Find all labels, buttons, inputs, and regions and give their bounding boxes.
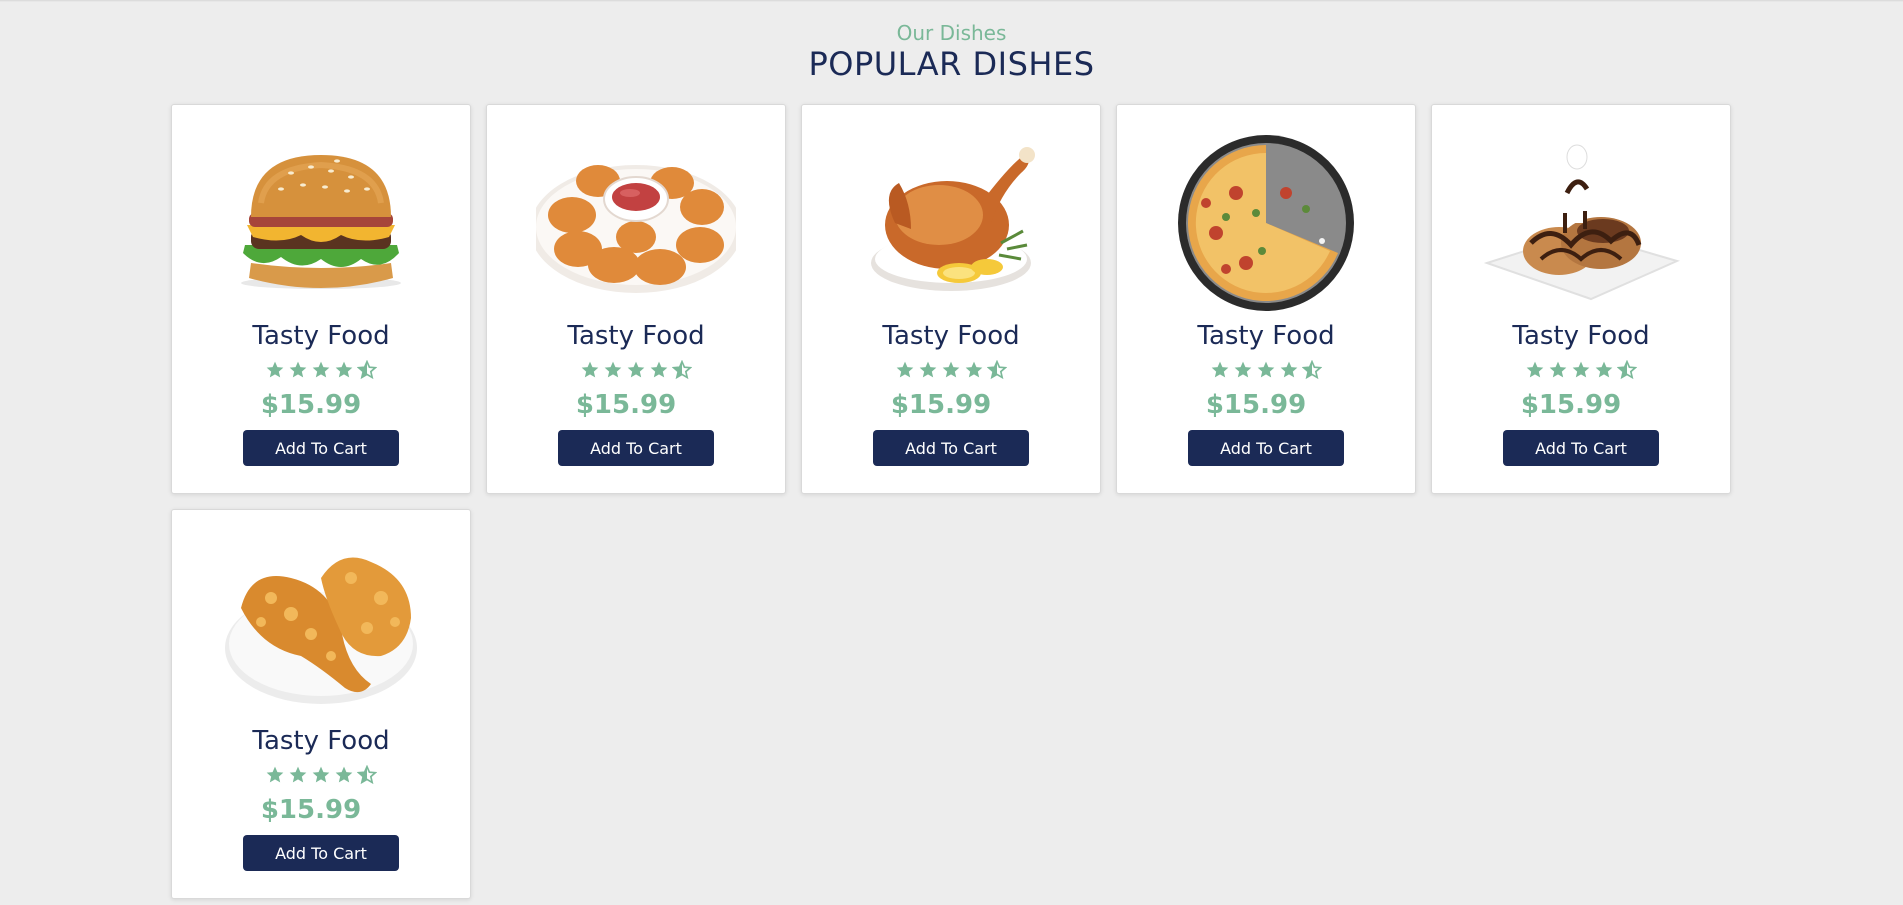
star-icon (312, 361, 330, 378)
dish-card: Tasty Food $15.99 Add To Cart (171, 509, 471, 899)
add-to-cart-button[interactable]: Add To Cart (873, 430, 1029, 466)
half-star-icon (357, 765, 377, 785)
pizza-image (1178, 135, 1354, 311)
dish-card: Tasty Food $15.99 Add To Cart (801, 104, 1101, 494)
half-star-icon (1302, 360, 1322, 380)
star-rating (1117, 360, 1415, 380)
star-icon (650, 361, 668, 378)
star-icon (1526, 361, 1544, 378)
dish-card: Tasty Food $15.99 Add To Cart (171, 104, 471, 494)
star-icon (289, 361, 307, 378)
dish-price: $15.99 (575, 390, 677, 420)
star-icon (1234, 361, 1252, 378)
add-to-cart-button[interactable]: Add To Cart (243, 835, 399, 871)
dessert-image (1483, 144, 1680, 301)
section-header: Our Dishes POPULAR DISHES (0, 20, 1903, 82)
half-star-icon (672, 360, 692, 380)
dish-price: $15.99 (260, 390, 362, 420)
dish-price: $15.99 (1520, 390, 1622, 420)
star-rating (802, 360, 1100, 380)
star-icon (289, 766, 307, 783)
star-rating (1432, 360, 1730, 380)
star-icon (627, 361, 645, 378)
star-icon (1257, 361, 1275, 378)
add-to-cart-button[interactable]: Add To Cart (1503, 430, 1659, 466)
star-icon (919, 361, 937, 378)
star-icon (896, 361, 914, 378)
section-subtitle: Our Dishes (896, 21, 1007, 45)
star-icon (1572, 361, 1590, 378)
dish-price: $15.99 (1205, 390, 1307, 420)
add-to-cart-button[interactable]: Add To Cart (243, 430, 399, 466)
dish-name: Tasty Food (567, 321, 705, 351)
star-icon (965, 361, 983, 378)
dish-card: Tasty Food $15.99 Add To Cart (486, 104, 786, 494)
fried-chicken-image (225, 557, 417, 704)
nuggets-image (536, 165, 736, 293)
dish-card: Tasty Food $15.99 Add To Cart (1431, 104, 1731, 494)
dish-price: $15.99 (260, 795, 362, 825)
star-icon (581, 361, 599, 378)
star-icon (335, 766, 353, 783)
star-icon (312, 766, 330, 783)
top-shadow (0, 0, 1903, 2)
half-star-icon (987, 360, 1007, 380)
star-icon (604, 361, 622, 378)
half-star-icon (357, 360, 377, 380)
add-to-cart-button[interactable]: Add To Cart (558, 430, 714, 466)
star-icon (266, 361, 284, 378)
dish-name: Tasty Food (882, 321, 1020, 351)
star-icon (1549, 361, 1567, 378)
star-icon (1211, 361, 1229, 378)
dish-name: Tasty Food (1197, 321, 1335, 351)
star-icon (942, 361, 960, 378)
star-rating (172, 765, 470, 785)
dish-name: Tasty Food (252, 321, 390, 351)
star-icon (266, 766, 284, 783)
star-rating (487, 360, 785, 380)
half-star-icon (1617, 360, 1637, 380)
dish-name: Tasty Food (1512, 321, 1650, 351)
dish-name: Tasty Food (252, 726, 390, 756)
roast-chicken-image (871, 147, 1035, 291)
star-icon (1595, 361, 1613, 378)
dish-price: $15.99 (890, 390, 992, 420)
dish-grid: Tasty Food $15.99 Add To Cart Tasty Food… (171, 104, 1733, 899)
star-icon (1280, 361, 1298, 378)
dish-card: Tasty Food $15.99 Add To Cart (1116, 104, 1416, 494)
star-icon (335, 361, 353, 378)
star-rating (172, 360, 470, 380)
add-to-cart-button[interactable]: Add To Cart (1188, 430, 1344, 466)
section-title: POPULAR DISHES (808, 45, 1095, 83)
burger-image (241, 155, 401, 289)
